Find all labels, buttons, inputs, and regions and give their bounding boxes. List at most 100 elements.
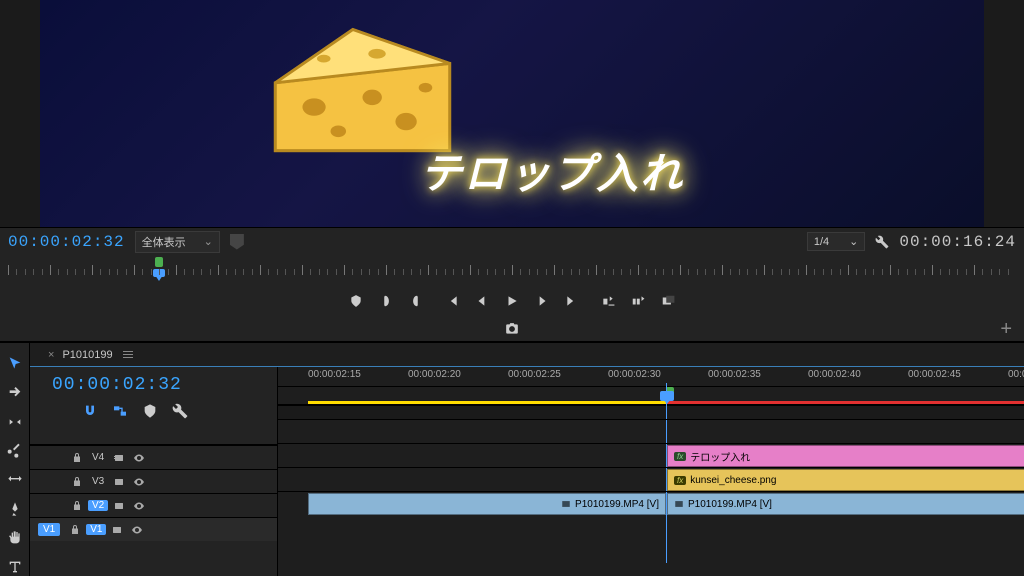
track-header-v2[interactable]: V2 xyxy=(30,493,277,517)
step-forward-button[interactable] xyxy=(534,293,550,309)
ruler-tick: 00:00:02:35 xyxy=(708,369,761,380)
step-back-button[interactable] xyxy=(474,293,490,309)
track-v1-label[interactable]: V1 xyxy=(86,524,106,535)
track-header-v3[interactable]: V3 xyxy=(30,469,277,493)
sequence-tab-name[interactable]: P1010199 xyxy=(62,349,112,361)
resolution-label: 1/4 xyxy=(814,236,829,248)
track-v3-label[interactable]: V3 xyxy=(88,476,108,487)
lock-icon[interactable] xyxy=(68,449,86,467)
lock-icon[interactable] xyxy=(68,497,86,515)
render-bar-red xyxy=(666,401,1024,404)
add-marker-button[interactable] xyxy=(348,293,364,309)
snap-icon[interactable] xyxy=(82,403,98,422)
track-select-tool[interactable] xyxy=(5,384,25,403)
resolution-dropdown[interactable]: 1/4 ⌄ xyxy=(807,232,866,251)
toggle-output-icon[interactable] xyxy=(108,521,126,539)
go-to-out-button[interactable] xyxy=(564,293,580,309)
timeline-ruler[interactable]: 00:00:02:15 00:00:02:20 00:00:02:25 00:0… xyxy=(278,367,1024,387)
clips-area: fx テロップ入れ fx kunsei_cheese.png P1 xyxy=(278,405,1024,515)
eye-icon[interactable] xyxy=(130,497,148,515)
extract-button[interactable] xyxy=(630,293,646,309)
current-timecode[interactable]: 00:00:02:32 xyxy=(8,233,125,251)
slip-tool[interactable] xyxy=(5,471,25,490)
lift-button[interactable] xyxy=(600,293,616,309)
program-monitor-preview[interactable]: テロップ入れ xyxy=(40,0,984,227)
marker-icon[interactable] xyxy=(230,234,244,250)
track-header-v1[interactable]: V1 V1 xyxy=(30,517,277,541)
clip-label: テロップ入れ xyxy=(690,449,750,464)
ruler-tick: 00:00:02:15 xyxy=(308,369,361,380)
toggle-output-icon[interactable] xyxy=(110,449,128,467)
playhead-handle[interactable] xyxy=(660,391,674,401)
filmstrip-icon xyxy=(674,499,684,509)
clip-video-2[interactable]: P1010199.MP4 [V] xyxy=(667,493,1024,515)
program-monitor-ruler[interactable] xyxy=(0,255,1024,285)
hand-tool[interactable] xyxy=(5,528,25,547)
panel-menu-icon[interactable] xyxy=(123,351,133,358)
linked-selection-icon[interactable] xyxy=(112,403,128,422)
clip-caption[interactable]: fx テロップ入れ xyxy=(667,445,1024,467)
pen-tool[interactable] xyxy=(5,499,25,518)
toggle-output-icon[interactable] xyxy=(110,473,128,491)
marker-indicator[interactable] xyxy=(155,257,163,267)
zoom-dropdown[interactable]: 全体表示 ⌄ xyxy=(135,231,220,253)
caption-overlay-text: テロップ入れ xyxy=(420,140,684,201)
track-lane-v1[interactable]: P1010199.MP4 [V] P1010199.MP4 [V] xyxy=(278,491,1024,515)
ruler-tick: 00:00:02:50 xyxy=(1008,369,1024,380)
track-v2-label[interactable]: V2 xyxy=(88,500,108,511)
track-lane-v2[interactable]: fx kunsei_cheese.png xyxy=(278,467,1024,491)
camera-icon[interactable] xyxy=(504,322,520,336)
source-patch-v1[interactable]: V1 xyxy=(38,523,60,536)
timeline-playhead-timecode[interactable]: 00:00:02:32 xyxy=(30,367,277,401)
timeline-main: 00:00:02:32 V4 xyxy=(30,367,1024,576)
timeline-panel: × P1010199 00:00:02:32 V4 xyxy=(0,341,1024,576)
selection-tool[interactable] xyxy=(5,355,25,374)
lock-icon[interactable] xyxy=(68,473,86,491)
tool-column xyxy=(0,343,30,576)
toggle-output-icon[interactable] xyxy=(110,497,128,515)
clip-cheese-image[interactable]: fx kunsei_cheese.png xyxy=(667,469,1024,491)
filmstrip-icon xyxy=(561,499,571,509)
razor-tool[interactable] xyxy=(5,442,25,461)
clip-label: P1010199.MP4 [V] xyxy=(688,499,772,510)
render-bar-row xyxy=(278,387,1024,405)
clip-video-1[interactable]: P1010199.MP4 [V] xyxy=(308,493,666,515)
ruler-tick: 00:00:02:25 xyxy=(508,369,561,380)
settings-icon[interactable] xyxy=(875,235,889,249)
timeline-settings-icon[interactable] xyxy=(172,403,188,422)
ruler-tick: 00:00:02:40 xyxy=(808,369,861,380)
clip-label: kunsei_cheese.png xyxy=(690,475,776,486)
track-lane-v4[interactable] xyxy=(278,419,1024,443)
mark-in-button[interactable] xyxy=(378,293,394,309)
track-content-area[interactable]: 00:00:02:15 00:00:02:20 00:00:02:25 00:0… xyxy=(278,367,1024,576)
eye-icon[interactable] xyxy=(130,473,148,491)
track-lane-spacer xyxy=(278,405,1024,419)
go-to-in-button[interactable] xyxy=(444,293,460,309)
insert-mode-icon[interactable] xyxy=(52,403,68,422)
close-tab-button[interactable]: × xyxy=(48,349,54,361)
track-lane-v3[interactable]: fx テロップ入れ xyxy=(278,443,1024,467)
duration-timecode: 00:00:16:24 xyxy=(899,233,1016,251)
lock-icon[interactable] xyxy=(66,521,84,539)
play-button[interactable] xyxy=(504,293,520,309)
add-button[interactable]: + xyxy=(1000,318,1012,341)
timeline-body: × P1010199 00:00:02:32 V4 xyxy=(30,343,1024,576)
preview-video-frame: テロップ入れ xyxy=(40,0,984,227)
ripple-edit-tool[interactable] xyxy=(5,413,25,432)
transport-controls xyxy=(0,285,1024,317)
program-monitor-controls: 00:00:02:32 全体表示 ⌄ 1/4 ⌄ 00:00:16:24 xyxy=(0,227,1024,255)
marker-tool-icon[interactable] xyxy=(142,403,158,422)
type-tool[interactable] xyxy=(5,557,25,576)
timeline-toolbar xyxy=(30,401,277,430)
sequence-tab-row: × P1010199 xyxy=(30,343,1024,367)
track-v4-label[interactable]: V4 xyxy=(88,452,108,463)
ruler-tick: 00:00:02:30 xyxy=(608,369,661,380)
snapshot-row: + xyxy=(0,317,1024,341)
track-header-v4[interactable]: V4 xyxy=(30,445,277,469)
eye-icon[interactable] xyxy=(130,449,148,467)
export-frame-button[interactable] xyxy=(660,293,676,309)
clip-label: P1010199.MP4 [V] xyxy=(575,499,659,510)
eye-icon[interactable] xyxy=(128,521,146,539)
zoom-label: 全体表示 xyxy=(142,234,186,250)
mark-out-button[interactable] xyxy=(408,293,424,309)
